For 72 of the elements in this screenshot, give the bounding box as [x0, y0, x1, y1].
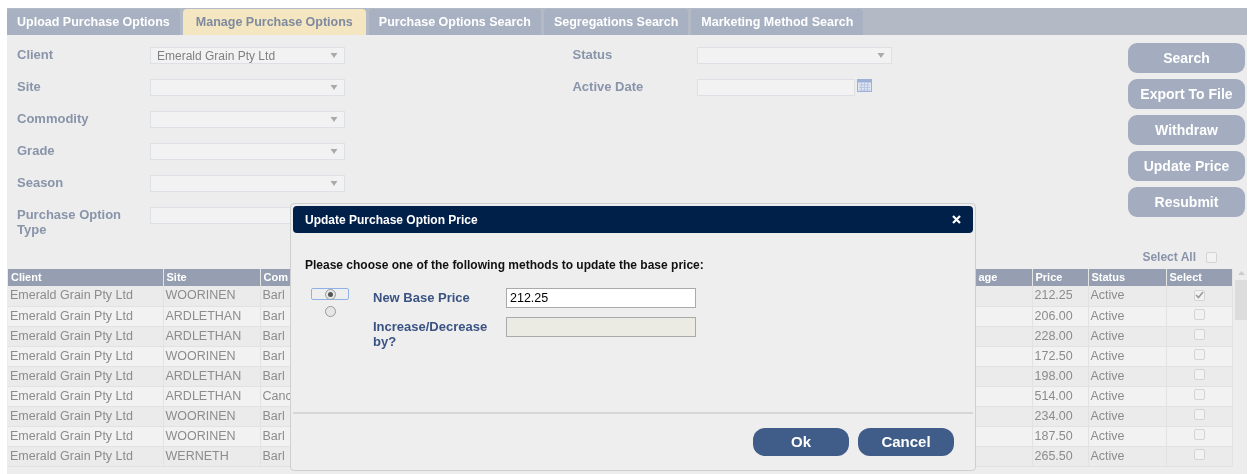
option-label: New Base Price	[373, 289, 471, 305]
select-all-label: Select All	[1142, 249, 1196, 266]
checkbox[interactable]	[1193, 308, 1205, 320]
radio-button[interactable]	[324, 305, 336, 317]
table-cell: Emerald Grain Pty Ltd	[8, 286, 163, 306]
column-header[interactable]: Price	[1032, 269, 1088, 286]
action-button[interactable]: Resubmit	[1127, 187, 1245, 217]
tab[interactable]: Upload Purchase Options	[7, 9, 180, 35]
field-label: Active Date	[572, 79, 645, 94]
checkbox[interactable]	[1193, 368, 1205, 380]
dialog-button[interactable]: Cancel	[858, 428, 954, 456]
table-cell: Emerald Grain Pty Ltd	[8, 346, 163, 366]
checkbox[interactable]	[1193, 428, 1205, 440]
radio-button[interactable]	[324, 288, 336, 300]
checkbox[interactable]	[1193, 448, 1205, 460]
column-header[interactable]: Site	[163, 269, 260, 286]
action-button[interactable]: Update Price	[1127, 151, 1245, 181]
table-cell: Emerald Grain Pty Ltd	[8, 446, 163, 466]
column-header[interactable]: age	[975, 269, 1032, 286]
dropdown[interactable]	[697, 47, 893, 64]
field-label: Client	[17, 47, 55, 62]
checkbox[interactable]	[1193, 388, 1205, 400]
caret-icon	[330, 180, 338, 187]
caret-icon	[330, 84, 338, 91]
checkbox[interactable]	[1206, 251, 1217, 263]
caret-icon	[330, 116, 338, 123]
table-cell: Emerald Grain Pty Ltd	[8, 386, 163, 406]
dropdown[interactable]	[150, 79, 345, 96]
action-button[interactable]: Withdraw	[1127, 115, 1245, 145]
checkbox[interactable]	[1193, 408, 1205, 420]
field-label: Purchase Option Type	[17, 207, 123, 237]
checkbox[interactable]	[1193, 289, 1205, 301]
checkbox[interactable]	[1193, 328, 1205, 340]
caret-icon	[877, 52, 886, 59]
column-header[interactable]: Select	[1166, 269, 1232, 286]
table-cell: Active	[1088, 286, 1166, 306]
dropdown[interactable]	[150, 111, 345, 128]
input-field[interactable]: 212.25	[506, 288, 696, 308]
dialog-button[interactable]: Ok	[753, 428, 849, 456]
field-label: Site	[17, 79, 42, 94]
field-label: Commodity	[17, 111, 90, 126]
caret-icon	[330, 148, 338, 155]
caret-icon	[330, 52, 338, 59]
table-cell: Emerald Grain Pty Ltd	[8, 406, 163, 426]
column-header[interactable]: Status	[1088, 269, 1166, 286]
action-button[interactable]: Export To File	[1127, 79, 1245, 109]
scroll-up-icon[interactable]	[1236, 269, 1246, 277]
table-cell: Emerald Grain Pty Ltd	[8, 366, 163, 386]
calendar-icon[interactable]	[857, 79, 873, 92]
tab[interactable]: Purchase Options Search	[368, 9, 541, 35]
table-cell: Emerald Grain Pty Ltd	[8, 306, 163, 326]
table-cell: 212.25	[1032, 286, 1088, 306]
close-icon[interactable]	[952, 215, 961, 224]
tab[interactable]: Marketing Method Search	[691, 9, 864, 35]
prompt-text: Please choose one of the following methods to update the base price:	[305, 257, 705, 274]
checkbox[interactable]	[1193, 348, 1205, 360]
date-field[interactable]	[697, 79, 856, 96]
table-cell: WOORINEN	[163, 286, 260, 306]
field-label: Grade	[17, 143, 56, 158]
tab[interactable]: Manage Purchase Options	[182, 9, 366, 35]
field-label: Status	[572, 47, 614, 62]
dropdown[interactable]: Emerald Grain Pty Ltd	[150, 47, 345, 64]
field-label: Season	[17, 175, 65, 190]
table-cell: Emerald Grain Pty Ltd	[8, 326, 163, 346]
option-label: Increase/Decrease by?	[373, 318, 489, 349]
column-header[interactable]: Client	[8, 269, 163, 286]
dropdown[interactable]	[150, 143, 345, 160]
dialog-title: Update Purchase Option Price	[305, 211, 478, 229]
table-cell: Emerald Grain Pty Ltd	[8, 426, 163, 446]
dropdown[interactable]	[150, 175, 345, 192]
tab[interactable]: Segregations Search	[543, 9, 689, 35]
action-button[interactable]: Search	[1127, 43, 1245, 73]
